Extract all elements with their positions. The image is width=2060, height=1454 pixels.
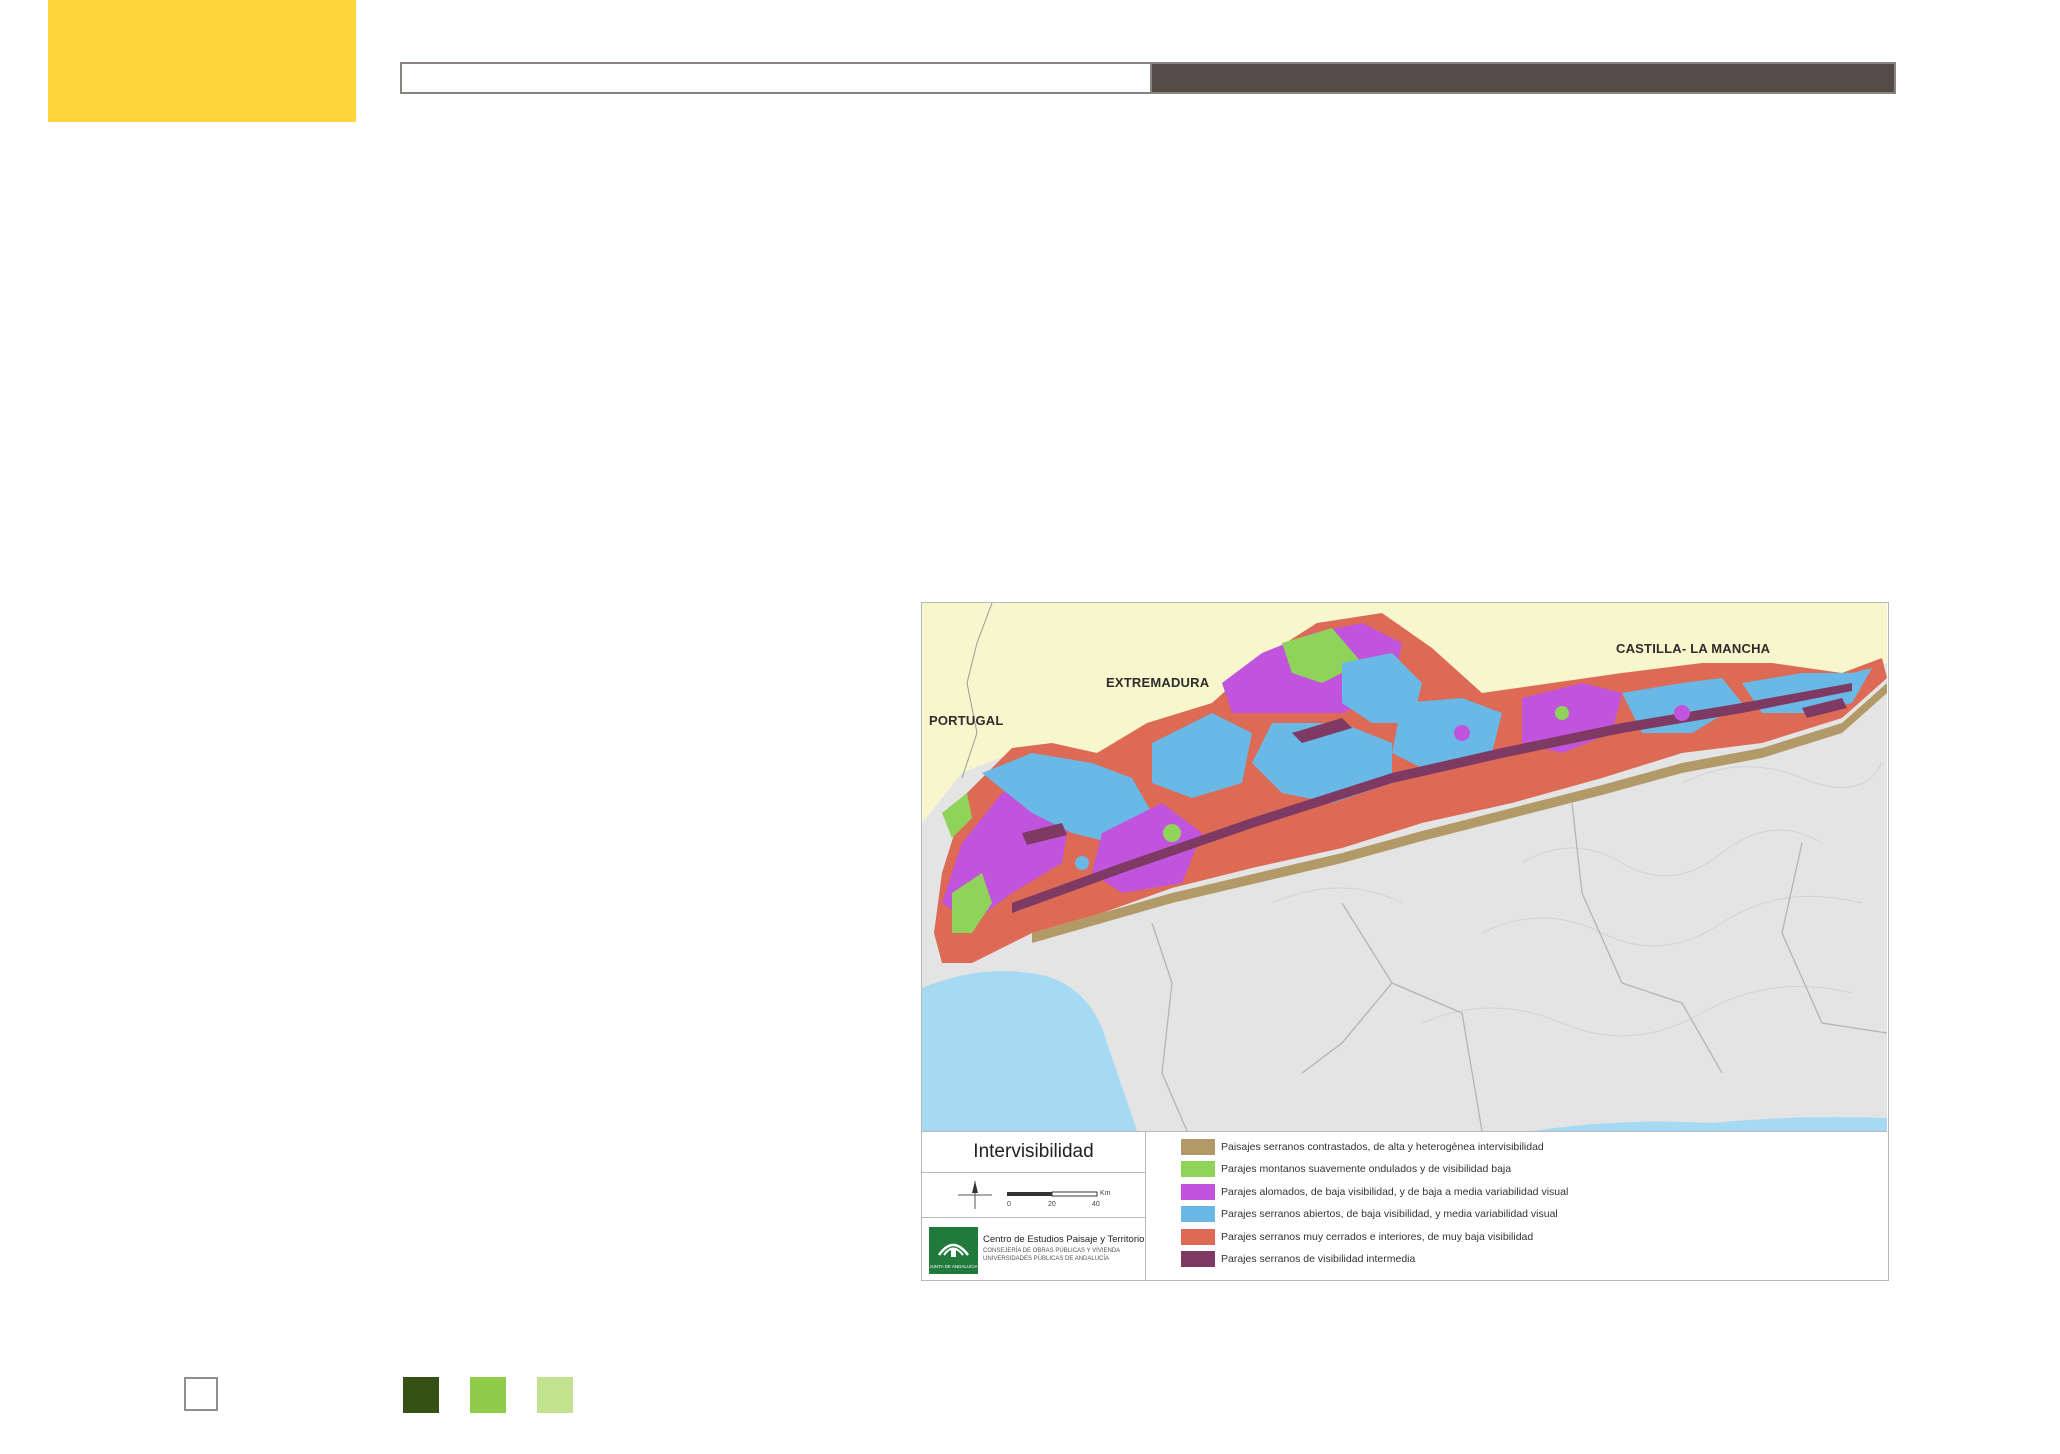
map-figure: PORTUGAL EXTREMADURA CASTILLA- LA MANCHA… xyxy=(921,602,1889,1281)
map-area: PORTUGAL EXTREMADURA CASTILLA- LA MANCHA xyxy=(922,603,1887,1131)
scale-bar: 0 20 40 Km xyxy=(958,1181,1111,1209)
institution-sub: CONSEJERÍA DE OBRAS PÚBLICAS Y VIVIENDA … xyxy=(983,1248,1121,1262)
header-bar-left xyxy=(400,62,1152,94)
legend-item: Parajes serranos abiertos, de baja visib… xyxy=(1181,1205,1558,1222)
label-extremadura: EXTREMADURA xyxy=(1106,675,1210,690)
legend-panel: Intervisibilidad 0 20 40 Km JUNTA DE AND… xyxy=(922,1131,1887,1281)
svg-text:0: 0 xyxy=(1007,1201,1011,1208)
footer-square-dark-green xyxy=(403,1377,439,1413)
legend-left-column: Intervisibilidad 0 20 40 Km JUNTA DE AND… xyxy=(922,1132,1146,1281)
legend-swatch xyxy=(1181,1205,1215,1222)
legend-swatch xyxy=(1181,1160,1215,1177)
junta-andalucia-logo-icon: JUNTA DE ANDALUCIA xyxy=(929,1227,978,1274)
legend-title: Intervisibilidad xyxy=(922,1132,1145,1173)
legend-swatch xyxy=(1181,1228,1215,1245)
legend-label: Parajes alomados, de baja visibilidad, y… xyxy=(1221,1185,1569,1198)
legend-item: Parajes serranos de visibilidad intermed… xyxy=(1181,1250,1415,1267)
legend-items: Paisajes serranos contrastados, de alta … xyxy=(1147,1132,1887,1281)
map-canvas xyxy=(922,603,1887,1131)
footer-outline-square xyxy=(184,1377,218,1411)
legend-swatch xyxy=(1181,1138,1215,1155)
accent-yellow-block xyxy=(48,0,356,122)
institution-row: JUNTA DE ANDALUCIA Centro de Estudios Pa… xyxy=(922,1218,1145,1281)
svg-text:Km: Km xyxy=(1100,1190,1111,1197)
svg-text:40: 40 xyxy=(1092,1201,1100,1208)
legend-label: Parajes montanos suavemente ondulados y … xyxy=(1221,1162,1512,1175)
label-portugal: PORTUGAL xyxy=(929,713,1004,728)
legend-item: Paisajes serranos contrastados, de alta … xyxy=(1181,1138,1544,1155)
legend-label: Paisajes serranos contrastados, de alta … xyxy=(1221,1140,1544,1153)
svg-text:JUNTA DE ANDALUCIA: JUNTA DE ANDALUCIA xyxy=(929,1264,977,1269)
legend-item: Parajes serranos muy cerrados e interior… xyxy=(1181,1228,1533,1245)
header-bar-right xyxy=(1150,62,1896,94)
legend-label: Parajes serranos abiertos, de baja visib… xyxy=(1221,1207,1558,1220)
svg-text:20: 20 xyxy=(1048,1201,1056,1208)
legend-item: Parajes alomados, de baja visibilidad, y… xyxy=(1181,1183,1568,1200)
legend-label: Parajes serranos muy cerrados e interior… xyxy=(1221,1230,1534,1243)
north-arrow-icon xyxy=(958,1181,992,1209)
label-castilla: CASTILLA- LA MANCHA xyxy=(1616,641,1771,656)
legend-label: Parajes serranos de visibilidad intermed… xyxy=(1221,1252,1416,1265)
scale-bar-row: 0 20 40 Km xyxy=(922,1173,1145,1218)
footer-square-light-green xyxy=(537,1377,573,1413)
legend-swatch xyxy=(1181,1250,1215,1267)
legend-item: Parajes montanos suavemente ondulados y … xyxy=(1181,1160,1511,1177)
legend-swatch xyxy=(1181,1183,1215,1200)
footer-square-green xyxy=(470,1377,506,1413)
institution-name: Centro de Estudios Paisaje y Territorio xyxy=(983,1234,1145,1245)
